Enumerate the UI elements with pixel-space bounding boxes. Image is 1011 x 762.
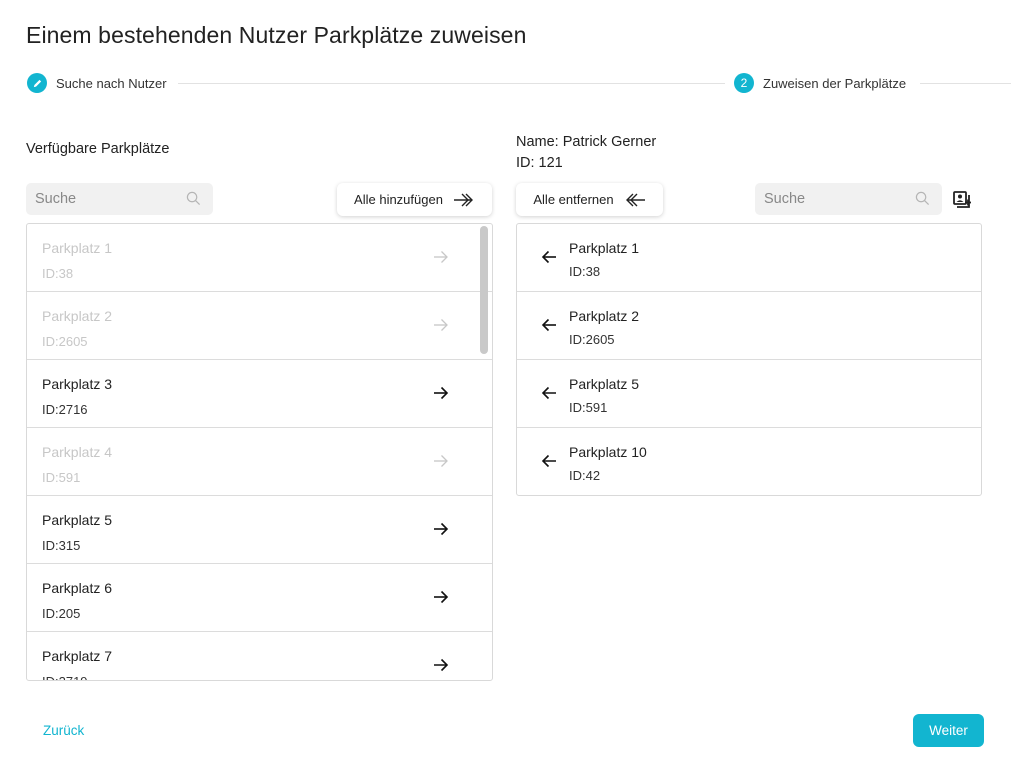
next-button[interactable]: Weiter xyxy=(913,714,984,747)
item-id: ID:315 xyxy=(42,538,81,553)
item-id: ID:2605 xyxy=(569,332,615,347)
dialog-title: Einem bestehenden Nutzer Parkplätze zuwe… xyxy=(26,22,527,48)
add-all-label: Alle hinzufügen xyxy=(354,192,443,207)
arrow-left-icon[interactable] xyxy=(541,318,557,332)
double-arrow-left-icon xyxy=(625,193,645,206)
item-id: ID:2716 xyxy=(42,402,88,417)
list-item: Parkplatz 7 ID:2719 xyxy=(27,632,492,680)
assigned-search-input[interactable]: Suche xyxy=(755,183,942,215)
item-name: Parkplatz 1 xyxy=(569,240,640,256)
item-id: ID:38 xyxy=(569,264,601,279)
item-name: Parkplatz 1 xyxy=(42,240,113,256)
item-id: ID:38 xyxy=(42,266,74,281)
list-item: Parkplatz 5 ID:591 xyxy=(517,360,981,428)
list-item: Parkplatz 1 ID:38 xyxy=(517,224,981,292)
list-item: Parkplatz 5 ID:315 xyxy=(27,496,492,564)
arrow-right-icon[interactable] xyxy=(433,590,449,604)
item-id: ID:205 xyxy=(42,606,81,621)
arrow-right-icon[interactable] xyxy=(433,386,449,400)
item-name: Parkplatz 6 xyxy=(42,580,113,596)
list-item: Parkplatz 3 ID:2716 xyxy=(27,360,492,428)
item-id: ID:42 xyxy=(569,468,601,483)
assigned-search-placeholder: Suche xyxy=(764,191,806,207)
remove-all-label: Alle entfernen xyxy=(533,192,614,207)
arrow-left-icon[interactable] xyxy=(541,386,557,400)
item-name: Parkplatz 2 xyxy=(569,308,640,324)
search-icon xyxy=(915,191,930,206)
back-link[interactable]: Zurück xyxy=(43,723,84,738)
assigned-list: Parkplatz 1 ID:38 Parkplatz 2 ID:2605 Pa… xyxy=(516,223,982,496)
remove-all-button[interactable]: Alle entfernen xyxy=(516,183,663,216)
list-item: Parkplatz 1 ID:38 xyxy=(27,224,492,292)
step-1-done-icon xyxy=(27,73,47,93)
available-search-input[interactable]: Suche xyxy=(26,183,213,215)
item-id: ID:2719 xyxy=(42,674,88,680)
list-item: Parkplatz 6 ID:205 xyxy=(27,564,492,632)
step-1-label: Suche nach Nutzer xyxy=(56,76,167,91)
arrow-left-icon[interactable] xyxy=(541,454,557,468)
available-list: Parkplatz 1 ID:38 Parkplatz 2 ID:2605 Pa… xyxy=(26,223,493,681)
add-user-parking-icon[interactable] xyxy=(952,190,972,210)
item-id: ID:591 xyxy=(569,400,608,415)
arrow-right-icon xyxy=(434,251,448,263)
arrow-right-icon xyxy=(434,455,448,467)
list-item: Parkplatz 10 ID:42 xyxy=(517,428,981,495)
assigned-user-name: Name: Patrick Gerner xyxy=(516,134,657,150)
item-id: ID:591 xyxy=(42,470,81,485)
double-arrow-right-icon xyxy=(453,193,473,206)
item-id: ID:2605 xyxy=(42,334,88,349)
available-list-scrollbar[interactable] xyxy=(480,226,488,354)
step-2-label: Zuweisen der Parkplätze xyxy=(763,76,907,91)
arrow-right-icon xyxy=(434,319,448,331)
available-heading: Verfügbare Parkplätze xyxy=(26,141,170,157)
available-search-placeholder: Suche xyxy=(35,191,77,207)
list-item: Parkplatz 4 ID:591 xyxy=(27,428,492,496)
list-item: Parkplatz 2 ID:2605 xyxy=(27,292,492,360)
item-name: Parkplatz 4 xyxy=(42,444,113,460)
pencil-icon xyxy=(33,79,41,87)
search-icon xyxy=(186,191,201,206)
item-name: Parkplatz 5 xyxy=(42,512,113,528)
arrow-right-icon[interactable] xyxy=(433,522,449,536)
assigned-user-id: ID: 121 xyxy=(516,155,563,171)
step-trailing-line xyxy=(920,83,1011,84)
item-name: Parkplatz 10 xyxy=(569,444,647,460)
list-item: Parkplatz 2 ID:2605 xyxy=(517,292,981,360)
step-2-number: 2 xyxy=(734,73,754,93)
item-name: Parkplatz 3 xyxy=(42,376,113,392)
item-name: Parkplatz 5 xyxy=(569,376,640,392)
arrow-right-icon[interactable] xyxy=(433,658,449,672)
arrow-left-icon[interactable] xyxy=(541,250,557,264)
item-name: Parkplatz 2 xyxy=(42,308,113,324)
assign-parking-dialog: Einem bestehenden Nutzer Parkplätze zuwe… xyxy=(0,0,1011,762)
item-name: Parkplatz 7 xyxy=(42,648,113,664)
add-all-button[interactable]: Alle hinzufügen xyxy=(337,183,492,216)
step-connector xyxy=(178,83,725,84)
